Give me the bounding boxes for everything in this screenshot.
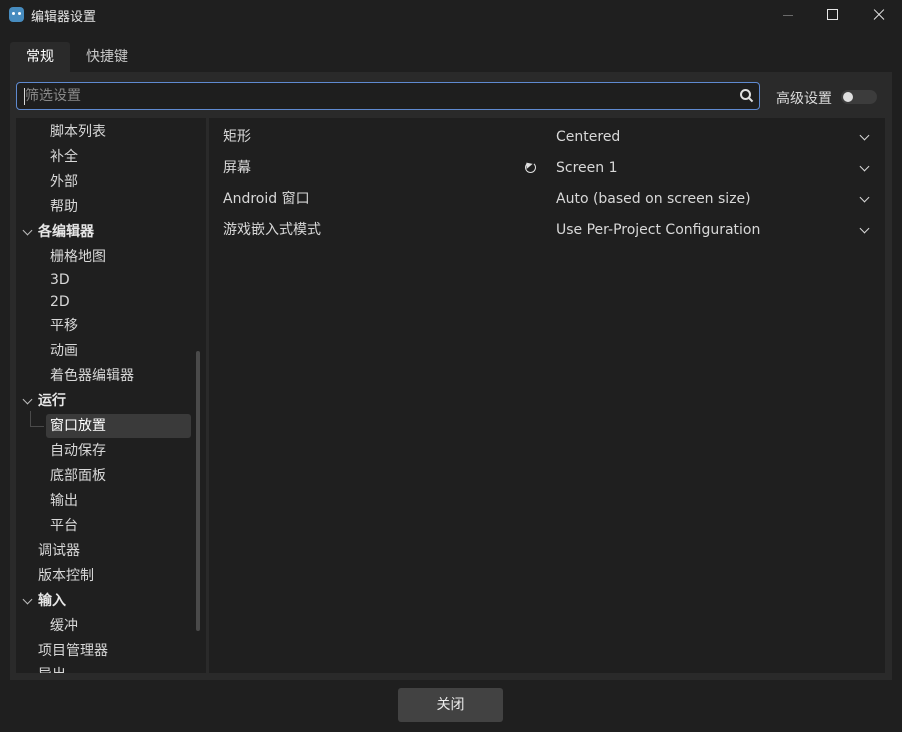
window-close-button[interactable] bbox=[855, 0, 901, 30]
close-button[interactable]: 关闭 bbox=[398, 688, 503, 722]
tree-item-completion[interactable]: 补全 bbox=[50, 146, 78, 168]
tree-item-debugger[interactable]: 调试器 bbox=[38, 540, 80, 562]
tree-item-animation[interactable]: 动画 bbox=[50, 340, 78, 362]
setting-label: 屏幕 bbox=[223, 160, 251, 176]
window-title: 编辑器设置 bbox=[31, 10, 97, 25]
maximize-button[interactable] bbox=[809, 0, 855, 30]
tab-general[interactable]: 常规 bbox=[10, 42, 70, 72]
tab-shortcuts[interactable]: 快捷键 bbox=[76, 42, 138, 72]
tree-item-external[interactable]: 外部 bbox=[50, 171, 78, 193]
tree-category-run[interactable]: 运行 bbox=[38, 390, 66, 412]
chevron-down-icon[interactable] bbox=[859, 161, 870, 172]
settings-inspector: 矩形 Centered 屏幕 Screen 1 Android 窗口 Auto … bbox=[209, 118, 885, 673]
setting-label: 游戏嵌入式模式 bbox=[223, 222, 321, 238]
revert-icon[interactable] bbox=[525, 162, 537, 174]
tree-guide-line bbox=[30, 426, 44, 427]
tree-category-editors[interactable]: 各编辑器 bbox=[38, 221, 94, 243]
tree-item-gridmap[interactable]: 栅格地图 bbox=[50, 246, 106, 268]
setting-dropdown[interactable]: Screen 1 bbox=[556, 153, 618, 184]
tree-item-2d[interactable]: 2D bbox=[50, 291, 70, 313]
tree-item-output[interactable]: 输出 bbox=[50, 490, 78, 512]
search-box bbox=[16, 82, 760, 110]
minimize-button[interactable] bbox=[765, 0, 811, 30]
chevron-down-icon[interactable] bbox=[859, 223, 870, 234]
advanced-settings-toggle[interactable] bbox=[841, 90, 877, 104]
tree-category-input[interactable]: 输入 bbox=[38, 590, 66, 612]
chevron-down-icon[interactable] bbox=[22, 225, 33, 236]
tree-guide-line bbox=[30, 411, 31, 426]
advanced-settings-label: 高级设置 bbox=[776, 91, 832, 107]
tree-item-platform[interactable]: 平台 bbox=[50, 515, 78, 537]
tree-scrollbar[interactable] bbox=[196, 351, 200, 631]
tree-item-buffering[interactable]: 缓冲 bbox=[50, 615, 78, 637]
setting-dropdown[interactable]: Use Per-Project Configuration bbox=[556, 215, 760, 246]
tree-item-window-placement[interactable]: 窗口放置 bbox=[50, 415, 106, 437]
tree-item-export[interactable]: 导出 bbox=[38, 664, 66, 673]
tree-item-script-list[interactable]: 脚本列表 bbox=[50, 121, 106, 143]
title-bar: 编辑器设置 bbox=[0, 0, 902, 30]
chevron-down-icon[interactable] bbox=[22, 394, 33, 405]
tree-item-auto-save[interactable]: 自动保存 bbox=[50, 440, 106, 462]
tree-item-bottom-panel[interactable]: 底部面板 bbox=[50, 465, 106, 487]
tree-item-project-manager[interactable]: 项目管理器 bbox=[38, 640, 108, 662]
filter-settings-input[interactable] bbox=[25, 83, 725, 109]
chevron-down-icon[interactable] bbox=[22, 594, 33, 605]
setting-dropdown[interactable]: Auto (based on screen size) bbox=[556, 184, 751, 215]
tree-item-version-control[interactable]: 版本控制 bbox=[38, 565, 94, 587]
setting-row-android-window: Android 窗口 Auto (based on screen size) bbox=[209, 184, 885, 215]
setting-row-rect: 矩形 Centered bbox=[209, 122, 885, 153]
tree-item-3d[interactable]: 3D bbox=[50, 269, 70, 291]
chevron-down-icon[interactable] bbox=[859, 192, 870, 203]
settings-tree[interactable]: 脚本列表 补全 外部 帮助 各编辑器 栅格地图 3D 2D 平移 动画 着色器编… bbox=[16, 118, 206, 673]
tree-item-panning[interactable]: 平移 bbox=[50, 315, 78, 337]
search-icon bbox=[740, 89, 754, 103]
tree-item-shader-editor[interactable]: 着色器编辑器 bbox=[50, 365, 134, 387]
chevron-down-icon[interactable] bbox=[859, 130, 870, 141]
godot-icon bbox=[9, 7, 24, 22]
setting-row-screen: 屏幕 Screen 1 bbox=[209, 153, 885, 184]
setting-label: Android 窗口 bbox=[223, 191, 310, 207]
tree-item-help[interactable]: 帮助 bbox=[50, 196, 78, 218]
setting-row-game-embed-mode: 游戏嵌入式模式 Use Per-Project Configuration bbox=[209, 215, 885, 246]
text-caret bbox=[24, 88, 25, 105]
setting-dropdown[interactable]: Centered bbox=[556, 122, 620, 153]
setting-label: 矩形 bbox=[223, 129, 251, 145]
